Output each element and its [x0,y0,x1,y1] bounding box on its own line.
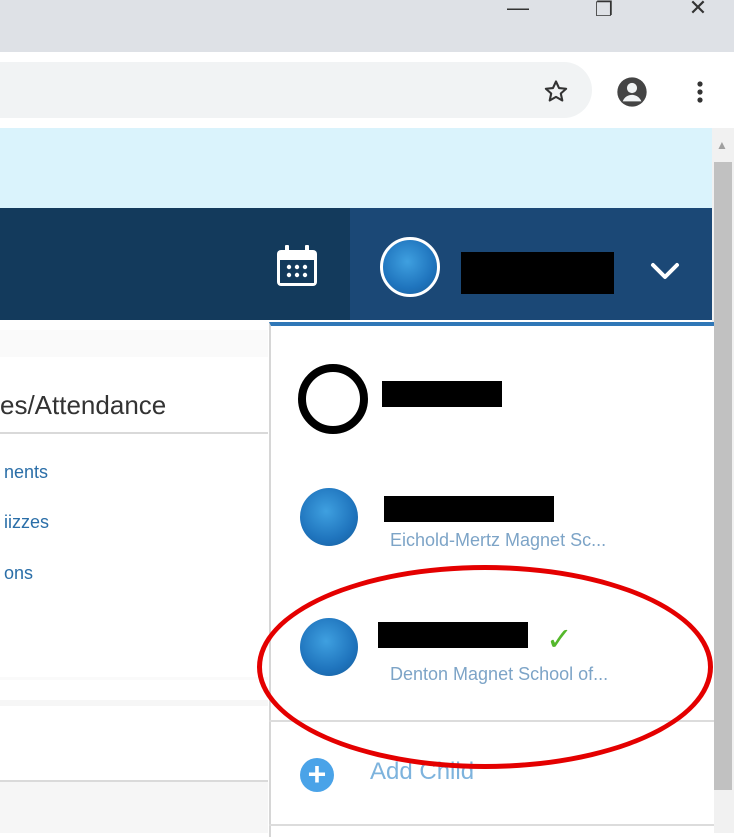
minimize-button[interactable]: — [494,0,542,24]
child-school[interactable]: Eichold-Mertz Magnet Sc... [390,530,606,551]
address-bar[interactable] [0,62,592,118]
redacted-child-name [378,622,528,648]
child-row-1[interactable] [298,364,368,434]
child-avatar [298,364,368,434]
menu-divider [269,824,714,826]
child-school[interactable]: Denton Magnet School of... [390,664,608,685]
restore-button[interactable]: ❐ [580,0,628,26]
lower-card [0,706,268,782]
panel-link-quizzes[interactable]: iizzes [4,512,49,533]
menu-dots-icon[interactable] [690,78,710,106]
star-icon[interactable] [542,78,570,106]
selected-check-icon: ✓ [546,621,573,657]
close-button[interactable]: ✕ [674,0,722,24]
panel-link-assignments[interactable]: nents [4,462,48,483]
panel-link-other[interactable]: ons [4,563,33,584]
profile-icon[interactable] [616,76,648,108]
child-avatar [300,618,358,676]
chevron-down-icon[interactable] [648,257,682,285]
redacted-child-name [382,381,502,407]
panel-divider [0,432,268,434]
add-icon[interactable]: + [300,758,334,792]
current-child-avatar [380,237,440,297]
menu-divider [269,720,714,722]
scroll-up-arrow-icon[interactable]: ▲ [716,138,728,152]
child-avatar [300,488,358,546]
add-child-button[interactable]: Add Child [370,758,474,786]
redacted-current-name [461,252,614,294]
scrollbar-thumb[interactable] [714,162,732,790]
panel-title: es/Attendance [0,390,167,420]
notice-banner [0,128,712,208]
redacted-child-name [384,496,554,522]
calendar-icon[interactable] [274,244,320,290]
